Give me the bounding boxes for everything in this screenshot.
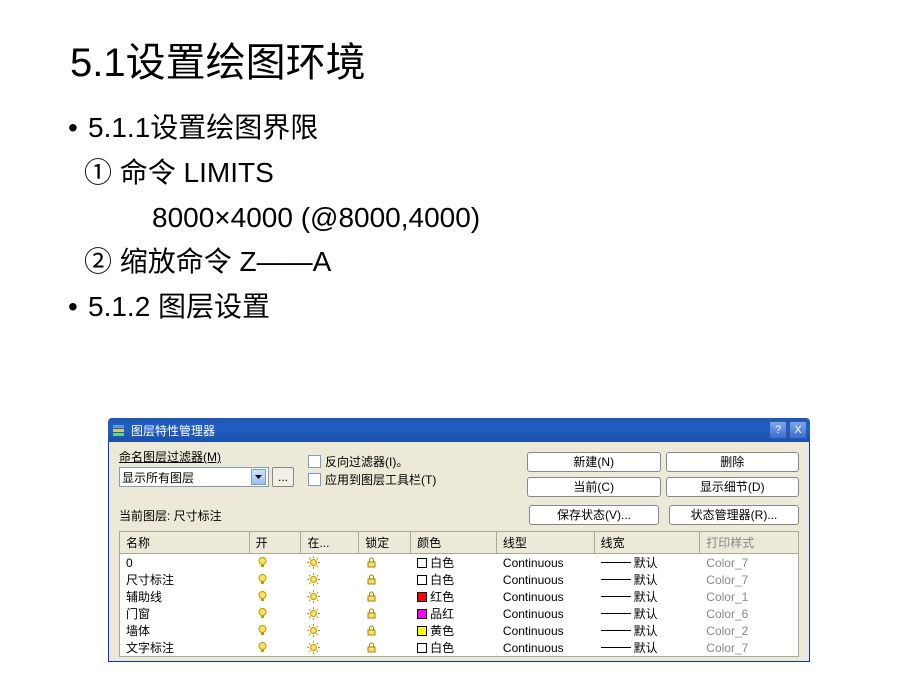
layer-color[interactable]: 白色 <box>411 554 497 571</box>
layers-table: 名称 开 在... 锁定 颜色 线型 线宽 打印样式 0白色Continuous… <box>119 531 799 657</box>
layer-plotstyle: Color_7 <box>700 571 798 588</box>
layer-linetype[interactable]: Continuous <box>497 554 595 571</box>
save-state-button[interactable]: 保存状态(V)... <box>529 505 659 525</box>
sun-icon[interactable] <box>307 590 320 603</box>
bulb-icon[interactable] <box>256 624 269 637</box>
layer-name: 墙体 <box>120 622 250 639</box>
section-heading: 5.1设置绘图环境 <box>70 30 860 88</box>
new-button[interactable]: 新建(N) <box>527 452 661 472</box>
lock-icon[interactable] <box>365 607 378 620</box>
layer-linetype[interactable]: Continuous <box>497 605 595 622</box>
subline-limits-value: 8000×4000 (@8000,4000) <box>70 196 860 241</box>
dialog-body: 命名图层过滤器(M) 显示所有图层 ... 反向过滤器(I)。 <box>108 442 810 662</box>
layer-lineweight[interactable]: 默认 <box>595 622 701 639</box>
layer-plotstyle: Color_2 <box>700 622 798 639</box>
table-row[interactable]: 墙体 黄色Continuous默认Color_2 <box>120 622 798 639</box>
apply-toolbar-label: 应用到图层工具栏(T) <box>325 471 436 488</box>
layer-color[interactable]: 黄色 <box>411 622 497 639</box>
layer-name: 辅助线 <box>120 588 250 605</box>
lock-icon[interactable] <box>365 590 378 603</box>
named-filters-label[interactable]: 命名图层过滤器(M) <box>119 448 221 465</box>
invert-filter-checkbox[interactable] <box>308 455 321 468</box>
layer-linetype[interactable]: Continuous <box>497 639 595 656</box>
col-on[interactable]: 开 <box>250 532 302 553</box>
state-manager-button[interactable]: 状态管理器(R)... <box>669 505 799 525</box>
layer-properties-dialog: 图层特性管理器 ? X 命名图层过滤器(M) 显示所有图层 ... <box>108 418 810 662</box>
table-row[interactable]: 辅助线 红色Continuous默认Color_1 <box>120 588 798 605</box>
layer-plotstyle: Color_6 <box>700 605 798 622</box>
col-lock[interactable]: 锁定 <box>359 532 411 553</box>
subline-limits: ① 命令 LIMITS <box>70 151 860 196</box>
col-plotstyle[interactable]: 打印样式 <box>700 532 798 553</box>
layer-name: 文字标注 <box>120 639 250 656</box>
layer-linetype[interactable]: Continuous <box>497 622 595 639</box>
current-layer-label: 当前图层: 尺寸标注 <box>119 507 222 524</box>
layer-name: 门窗 <box>120 605 250 622</box>
layer-linetype[interactable]: Continuous <box>497 571 595 588</box>
bullet-list: 5.1.1设置绘图界限 <box>70 106 860 151</box>
bullet-5-1-2: 5.1.2 图层设置 <box>88 285 860 330</box>
dialog-title: 图层特性管理器 <box>131 422 769 439</box>
lock-icon[interactable] <box>365 556 378 569</box>
subline-zoom: ② 缩放命令 Z——A <box>70 240 860 285</box>
layer-plotstyle: Color_7 <box>700 639 798 656</box>
layer-plotstyle: Color_1 <box>700 588 798 605</box>
details-button[interactable]: 显示细节(D) <box>666 477 800 497</box>
sun-icon[interactable] <box>307 624 320 637</box>
table-row[interactable]: 尺寸标注 白色Continuous默认Color_7 <box>120 571 798 588</box>
table-row[interactable]: 门窗 品红Continuous默认Color_6 <box>120 605 798 622</box>
layer-color[interactable]: 白色 <box>411 639 497 656</box>
layer-name: 0 <box>120 554 250 571</box>
filter-ellipsis-button[interactable]: ... <box>272 467 294 487</box>
table-body: 0白色Continuous默认Color_7尺寸标注白色Continuous默认… <box>120 554 798 656</box>
bulb-icon[interactable] <box>256 641 269 654</box>
sun-icon[interactable] <box>307 573 320 586</box>
layer-lineweight[interactable]: 默认 <box>595 605 701 622</box>
filter-combo[interactable]: 显示所有图层 <box>119 467 269 487</box>
lock-icon[interactable] <box>365 624 378 637</box>
filter-combo-value: 显示所有图层 <box>122 469 194 486</box>
table-row[interactable]: 文字标注 白色Continuous默认Color_7 <box>120 639 798 656</box>
col-freeze[interactable]: 在... <box>301 532 359 553</box>
bulb-icon[interactable] <box>256 607 269 620</box>
bulb-icon[interactable] <box>256 573 269 586</box>
apply-toolbar-checkbox[interactable] <box>308 473 321 486</box>
table-row[interactable]: 0 白色Continuous默认Color_7 <box>120 554 798 571</box>
col-name[interactable]: 名称 <box>120 532 250 553</box>
close-button[interactable]: X <box>789 421 807 439</box>
lock-icon[interactable] <box>365 641 378 654</box>
layer-lineweight[interactable]: 默认 <box>595 571 701 588</box>
lock-icon[interactable] <box>365 573 378 586</box>
sun-icon[interactable] <box>307 607 320 620</box>
bulb-icon[interactable] <box>256 556 269 569</box>
layer-linetype[interactable]: Continuous <box>497 588 595 605</box>
delete-button[interactable]: 删除 <box>666 452 800 472</box>
slide: 5.1设置绘图环境 5.1.1设置绘图界限 ① 命令 LIMITS 8000×4… <box>0 0 920 330</box>
bulb-icon[interactable] <box>256 590 269 603</box>
layer-lineweight[interactable]: 默认 <box>595 554 701 571</box>
layers-icon <box>111 422 127 438</box>
layer-color[interactable]: 白色 <box>411 571 497 588</box>
table-header: 名称 开 在... 锁定 颜色 线型 线宽 打印样式 <box>120 532 798 554</box>
col-color[interactable]: 颜色 <box>411 532 497 553</box>
layer-lineweight[interactable]: 默认 <box>595 639 701 656</box>
col-lineweight[interactable]: 线宽 <box>595 532 701 553</box>
layer-name: 尺寸标注 <box>120 571 250 588</box>
sun-icon[interactable] <box>307 556 320 569</box>
layer-plotstyle: Color_7 <box>700 554 798 571</box>
help-button[interactable]: ? <box>769 421 787 439</box>
dialog-titlebar[interactable]: 图层特性管理器 ? X <box>108 418 810 442</box>
bullet-5-1-1: 5.1.1设置绘图界限 <box>88 106 860 151</box>
layer-color[interactable]: 红色 <box>411 588 497 605</box>
layer-color[interactable]: 品红 <box>411 605 497 622</box>
invert-filter-label: 反向过滤器(I)。 <box>325 453 408 470</box>
layer-lineweight[interactable]: 默认 <box>595 588 701 605</box>
bullet-list-2: 5.1.2 图层设置 <box>70 285 860 330</box>
sun-icon[interactable] <box>307 641 320 654</box>
chevron-down-icon[interactable] <box>251 469 266 485</box>
current-button[interactable]: 当前(C) <box>527 477 661 497</box>
col-linetype[interactable]: 线型 <box>497 532 595 553</box>
